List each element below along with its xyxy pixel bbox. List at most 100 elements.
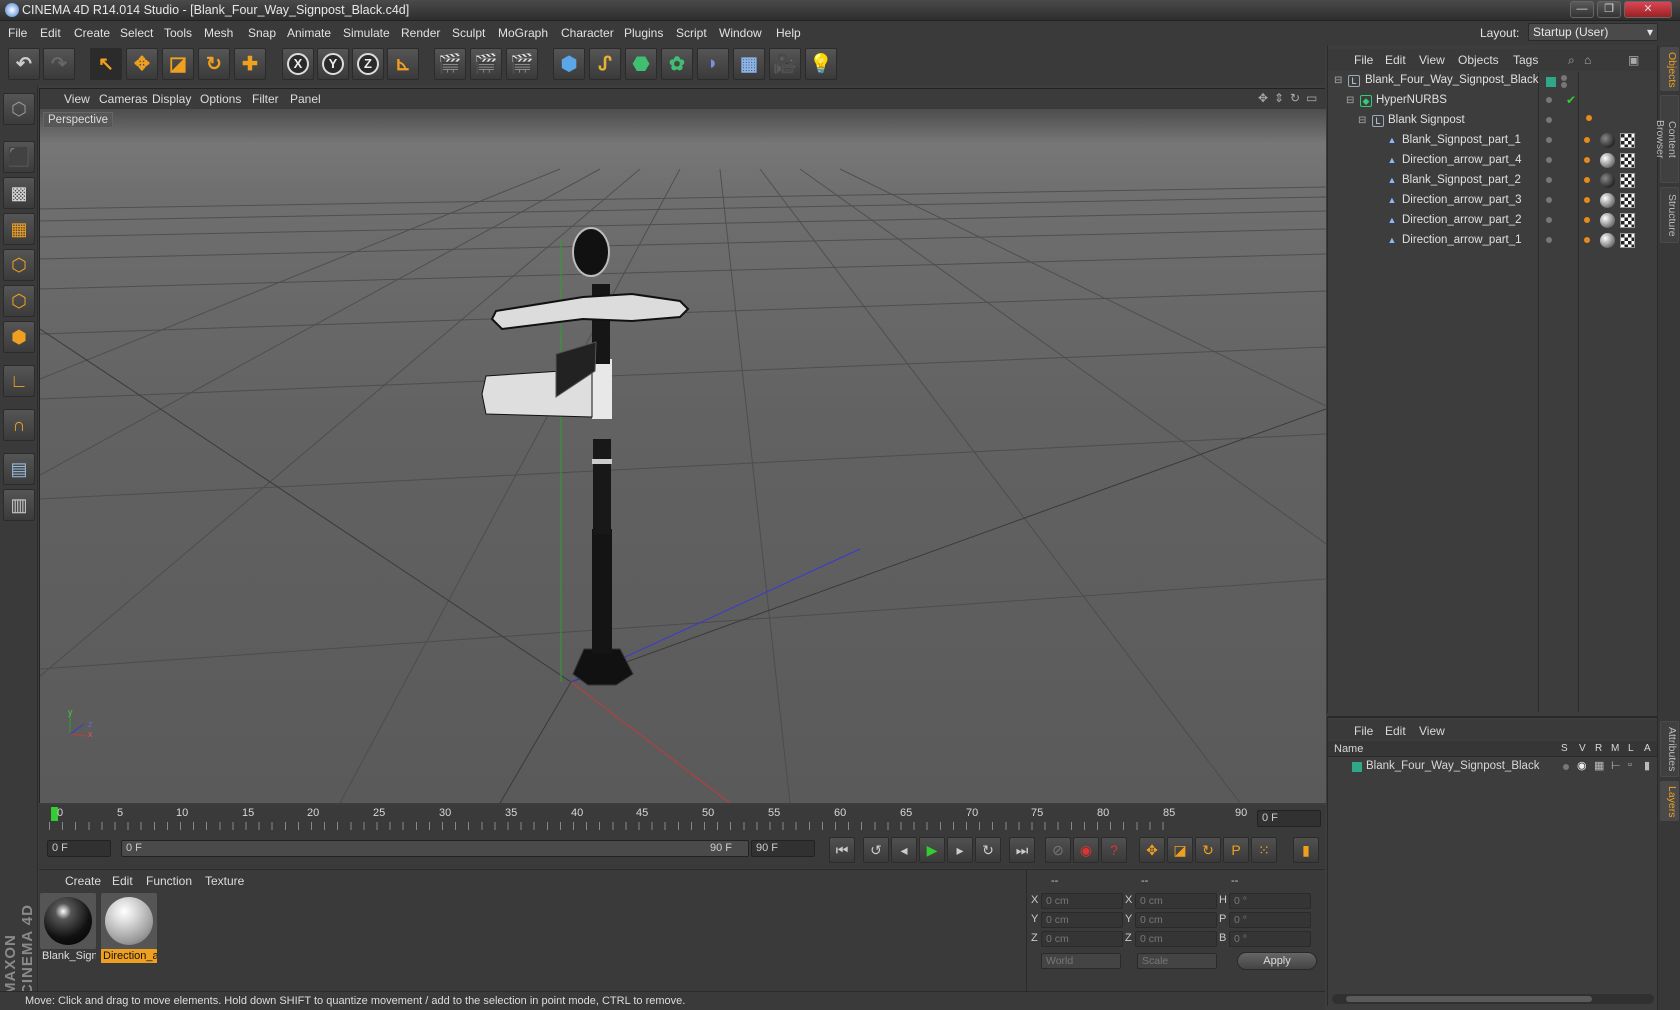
animation-icon[interactable]: ▮ — [1644, 759, 1650, 772]
menu-mograph[interactable]: MoGraph — [498, 26, 548, 40]
maximize-button[interactable]: ❐ — [1597, 1, 1621, 18]
menu-tools[interactable]: Tools — [164, 26, 192, 40]
uvw-tag-icon[interactable] — [1620, 213, 1635, 228]
menu-snap[interactable]: Snap — [248, 26, 276, 40]
viewport-menu-view[interactable]: View — [64, 92, 90, 106]
goto-start-button[interactable]: ⏮ — [829, 837, 855, 863]
viewport-menu-panel[interactable]: Panel — [290, 92, 321, 106]
tag-dot[interactable] — [1584, 137, 1590, 143]
layer-menu-file[interactable]: File — [1354, 724, 1373, 738]
viewport-maximize-icon[interactable]: ▭ — [1306, 91, 1317, 105]
x-axis-lock-button[interactable]: X — [282, 48, 314, 80]
move-tool-button[interactable]: ✥ — [126, 48, 158, 80]
rotation-p-field[interactable]: 0 ° — [1229, 912, 1311, 928]
live-selection-button[interactable]: ↖ — [90, 48, 122, 80]
layer-color-swatch[interactable] — [1352, 762, 1362, 772]
goto-end-button[interactable]: ⏭ — [1009, 837, 1035, 863]
3d-viewport[interactable]: View Cameras Display Options Filter Pane… — [39, 88, 1326, 803]
polygons-mode-button[interactable]: ⬢ — [3, 321, 35, 353]
material-menu-create[interactable]: Create — [65, 874, 101, 888]
environment-floor-button[interactable]: ▦ — [733, 48, 765, 80]
object-menu-file[interactable]: File — [1354, 53, 1373, 67]
object-row[interactable]: ⊟ ◆ HyperNURBS ✔ — [1328, 91, 1658, 111]
menu-create[interactable]: Create — [74, 26, 110, 40]
menu-help[interactable]: Help — [776, 26, 801, 40]
menu-character[interactable]: Character — [561, 26, 614, 40]
tag-dot[interactable] — [1584, 177, 1590, 183]
material-tag-icon[interactable] — [1600, 173, 1615, 188]
key-rotation-button[interactable]: ↻ — [1195, 837, 1221, 863]
search-icon[interactable]: ⌕ — [1568, 53, 1575, 68]
position-x-field[interactable]: 0 cm — [1041, 893, 1123, 909]
object-row[interactable]: ▲ Blank_Signpost_part_1 — [1328, 131, 1658, 151]
viewport-nav-zoom-icon[interactable]: ⇕ — [1274, 91, 1284, 105]
menu-file[interactable]: File — [8, 26, 27, 40]
object-row[interactable]: ⊟ L Blank Signpost — [1328, 111, 1658, 131]
menu-edit[interactable]: Edit — [40, 26, 61, 40]
visibility-dot[interactable] — [1546, 197, 1552, 203]
y-axis-lock-button[interactable]: Y — [317, 48, 349, 80]
edges-mode-button[interactable]: ⬡ — [3, 285, 35, 317]
make-editable-button[interactable]: ⬡ — [3, 93, 35, 125]
timeline-window-button[interactable]: ▮ — [1293, 837, 1319, 863]
layout-select[interactable]: Startup (User) ▾ — [1528, 23, 1658, 41]
render-dot[interactable] — [1561, 82, 1567, 88]
prev-key-button[interactable]: ↺ — [863, 837, 889, 863]
visibility-dot[interactable] — [1546, 237, 1552, 243]
key-parameter-button[interactable]: P — [1223, 837, 1249, 863]
tab-objects[interactable]: Objects — [1660, 47, 1679, 91]
material-menu-texture[interactable]: Texture — [205, 874, 244, 888]
tag-dot[interactable] — [1586, 115, 1592, 121]
menu-sculpt[interactable]: Sculpt — [452, 26, 485, 40]
object-row[interactable]: ▲ Direction_arrow_part_2 — [1328, 211, 1658, 231]
visibility-dot[interactable] — [1546, 117, 1552, 123]
material-swatch[interactable]: Blank_Sign — [40, 893, 96, 963]
material-tag-icon[interactable] — [1600, 213, 1615, 228]
key-pla-button[interactable]: ⁙ — [1251, 837, 1277, 863]
tag-dot[interactable] — [1584, 217, 1590, 223]
uvw-tag-icon[interactable] — [1620, 133, 1635, 148]
keyframe-selection-button[interactable]: ? — [1101, 837, 1127, 863]
minimize-button[interactable]: — — [1570, 1, 1594, 18]
viewport-menu-display[interactable]: Display — [152, 92, 191, 106]
workplane-lock-button[interactable]: ▤ — [3, 453, 35, 485]
model-mode-button[interactable]: ⬛ — [3, 141, 35, 173]
menu-select[interactable]: Select — [120, 26, 153, 40]
rotation-b-field[interactable]: 0 ° — [1229, 931, 1311, 947]
visibility-dot[interactable] — [1546, 157, 1552, 163]
start-frame-field[interactable]: 0 F — [47, 840, 111, 857]
material-tag-icon[interactable] — [1600, 193, 1615, 208]
menu-animate[interactable]: Animate — [287, 26, 331, 40]
material-swatch-selected[interactable]: Direction_a — [101, 893, 157, 963]
apply-button[interactable]: Apply — [1237, 952, 1317, 970]
play-button[interactable]: ▶ — [919, 837, 945, 863]
size-y-field[interactable]: 0 cm — [1135, 912, 1217, 928]
lock-icon[interactable]: ▫ — [1628, 759, 1632, 771]
nurbs-button[interactable]: ⬣ — [625, 48, 657, 80]
redo-button[interactable]: ↷ — [43, 48, 75, 80]
z-axis-lock-button[interactable]: Z — [352, 48, 384, 80]
viewport-canvas[interactable]: Perspective y x z — [40, 109, 1326, 803]
viewport-menu-filter[interactable]: Filter — [252, 92, 279, 106]
tab-structure[interactable]: Structure — [1660, 187, 1679, 243]
spline-button[interactable]: ᔑ — [589, 48, 621, 80]
size-z-field[interactable]: 0 cm — [1135, 931, 1217, 947]
visibility-dot[interactable] — [1561, 75, 1567, 81]
material-tag-icon[interactable] — [1600, 153, 1615, 168]
snap-toggle-button[interactable]: ∩ — [3, 409, 35, 441]
render-settings-button[interactable]: 🎬 — [506, 48, 538, 80]
end-frame-field[interactable]: 90 F — [751, 840, 815, 857]
position-y-field[interactable]: 0 cm — [1041, 912, 1123, 928]
new-window-icon[interactable]: ▣ — [1628, 53, 1639, 67]
visibility-dot[interactable] — [1546, 97, 1552, 103]
layer-menu-edit[interactable]: Edit — [1385, 724, 1406, 738]
tag-dot[interactable] — [1584, 237, 1590, 243]
object-row[interactable]: ▲ Direction_arrow_part_4 — [1328, 151, 1658, 171]
signpost-model[interactable] — [481, 227, 690, 686]
viewport-nav-rotate-icon[interactable]: ↻ — [1290, 91, 1300, 105]
coord-mode-select[interactable]: Scale — [1137, 953, 1217, 969]
material-tag-icon[interactable] — [1600, 133, 1615, 148]
object-menu-edit[interactable]: Edit — [1385, 53, 1406, 67]
visibility-dot[interactable] — [1546, 137, 1552, 143]
next-frame-button[interactable]: ▸ — [947, 837, 973, 863]
